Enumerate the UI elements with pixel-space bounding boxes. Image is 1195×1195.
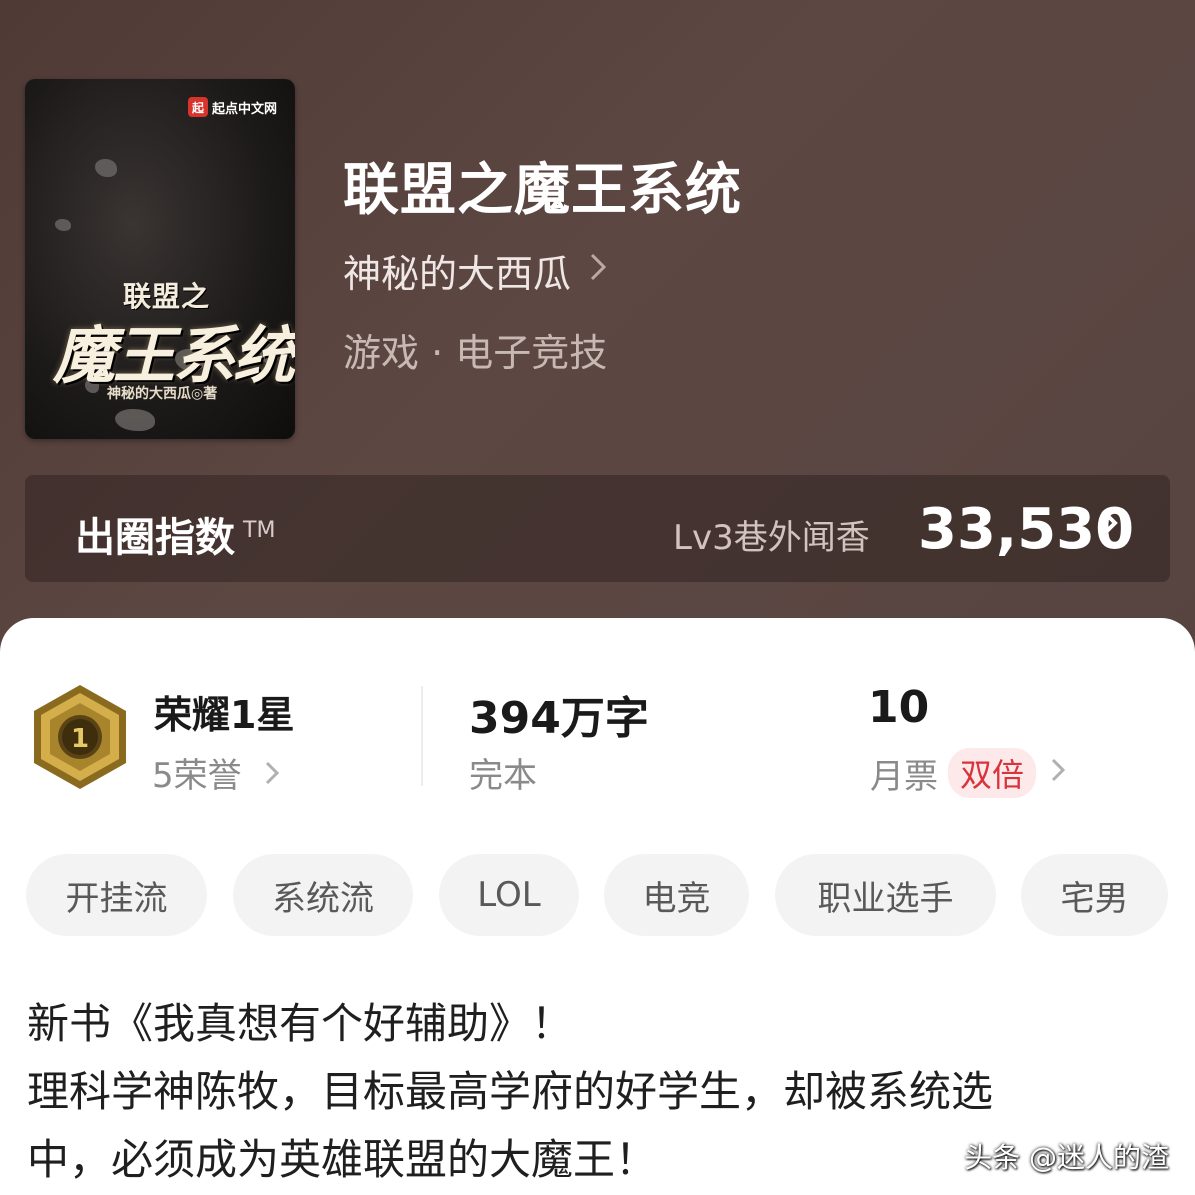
word-count-value: 394 [469, 693, 561, 744]
book-genre: 游戏 · 电子竞技 [343, 331, 608, 375]
monthly-votes-count: 10 [868, 682, 930, 733]
honor-badge-icon[interactable]: 1 [30, 683, 130, 791]
book-cover[interactable]: 起 起点中文网 联盟之 魔王系统 神秘的大西瓜◎著 [25, 79, 295, 439]
honor-count: 5荣誉 [152, 756, 242, 796]
tag-chip[interactable]: 系统流 [233, 854, 413, 936]
tag-chip[interactable]: 职业选手 [775, 854, 996, 936]
double-badge: 双倍 [948, 748, 1037, 798]
description-line: 理科学神陈牧，目标最高学府的好学生，却被系统选 [27, 1067, 994, 1116]
badge-number: 1 [71, 724, 89, 754]
description-line: 新书《我真想有个好辅助》！ [27, 999, 574, 1048]
author-link[interactable]: 神秘的大西瓜 [343, 243, 607, 298]
monthly-votes-link[interactable]: 月票 双倍 [870, 748, 1066, 798]
chevron-right-icon [589, 251, 607, 291]
cover-rock [55, 219, 71, 231]
book-header: 起 起点中文网 联盟之 魔王系统 神秘的大西瓜◎著 联盟之魔王系统 神秘的大西瓜… [0, 0, 1195, 660]
chevron-right-icon [1050, 753, 1066, 793]
book-info-card: 1 荣耀1星 5荣誉 394万字 完本 10 月票 双倍 开挂流 系统流 LOL… [0, 618, 1195, 1195]
chevron-right-icon [264, 756, 280, 796]
cover-rock [115, 409, 155, 431]
popularity-level: Lv3巷外闻香 [673, 518, 870, 558]
cover-title-big: 魔王系统 [53, 319, 295, 392]
book-title: 联盟之魔王系统 [343, 157, 742, 223]
monthly-votes-label: 月票 [870, 756, 938, 797]
tag-chip[interactable]: LOL [439, 854, 579, 936]
popularity-label-text: 出圈指数 [75, 515, 235, 561]
cover-publisher: 起 起点中文网 [187, 97, 277, 117]
trademark-mark: TM [243, 517, 276, 543]
tag-chip[interactable]: 宅男 [1021, 854, 1168, 936]
author-name: 神秘的大西瓜 [343, 252, 572, 296]
stats-divider [421, 686, 423, 786]
completion-status: 完本 [469, 756, 537, 796]
honor-link[interactable]: 5荣誉 [152, 748, 280, 797]
honor-title: 荣耀1星 [154, 693, 295, 737]
source-watermark: 头条 @迷人的渣 [964, 1141, 1169, 1174]
popularity-index-bar[interactable]: 出圈指数 TM Lv3巷外闻香 33,530 [25, 475, 1170, 582]
tag-chip[interactable]: 开挂流 [26, 854, 207, 936]
publisher-logo-icon: 起 [187, 97, 208, 117]
publisher-name: 起点中文网 [211, 101, 277, 117]
popularity-label: 出圈指数 TM [75, 505, 275, 563]
word-count-unit: 万字 [560, 693, 649, 744]
word-count: 394万字 [469, 682, 649, 746]
tag-chip[interactable]: 电竞 [604, 854, 749, 936]
chevron-right-icon [1099, 503, 1121, 553]
cover-rock [95, 159, 117, 177]
cover-author: 神秘的大西瓜◎著 [107, 386, 218, 402]
